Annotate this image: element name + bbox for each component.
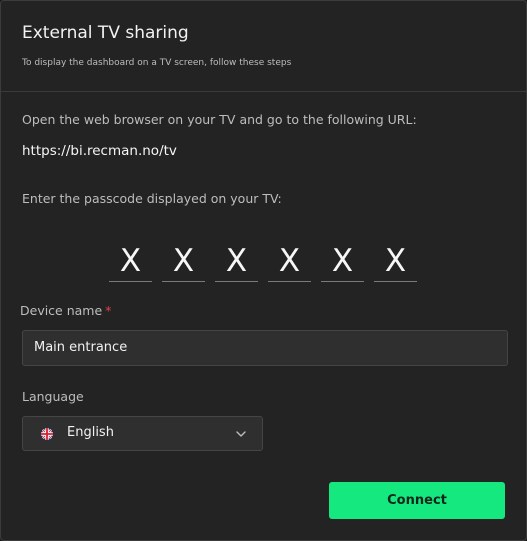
- external-tv-sharing-dialog: External TV sharing To display the dashb…: [0, 0, 527, 541]
- passcode-digit-4[interactable]: X: [268, 241, 311, 282]
- passcode-digit-2[interactable]: X: [162, 241, 205, 282]
- tv-url: https://bi.recman.no/tv: [22, 143, 177, 159]
- dialog-title: External TV sharing: [22, 23, 189, 43]
- dialog-header: External TV sharing To display the dashb…: [1, 1, 526, 92]
- language-selected-value: English: [67, 425, 114, 440]
- language-label: Language: [22, 389, 84, 404]
- passcode-digit-1[interactable]: X: [109, 241, 152, 282]
- language-select[interactable]: English: [22, 416, 263, 451]
- passcode-digit-6[interactable]: X: [374, 241, 417, 282]
- uk-flag-icon: [41, 428, 53, 440]
- open-browser-instruction: Open the web browser on your TV and go t…: [22, 112, 417, 127]
- chevron-down-icon: [236, 431, 246, 437]
- required-asterisk: *: [105, 303, 112, 318]
- passcode-instruction: Enter the passcode displayed on your TV:: [22, 191, 282, 206]
- device-name-label-text: Device name: [20, 303, 103, 318]
- dialog-subtitle: To display the dashboard on a TV screen,…: [22, 58, 292, 68]
- device-name-input[interactable]: Main entrance: [22, 330, 508, 366]
- connect-button[interactable]: Connect: [329, 482, 505, 519]
- device-name-label: Device name *: [20, 303, 111, 318]
- passcode-digit-5[interactable]: X: [321, 241, 364, 282]
- passcode-digit-3[interactable]: X: [215, 241, 258, 282]
